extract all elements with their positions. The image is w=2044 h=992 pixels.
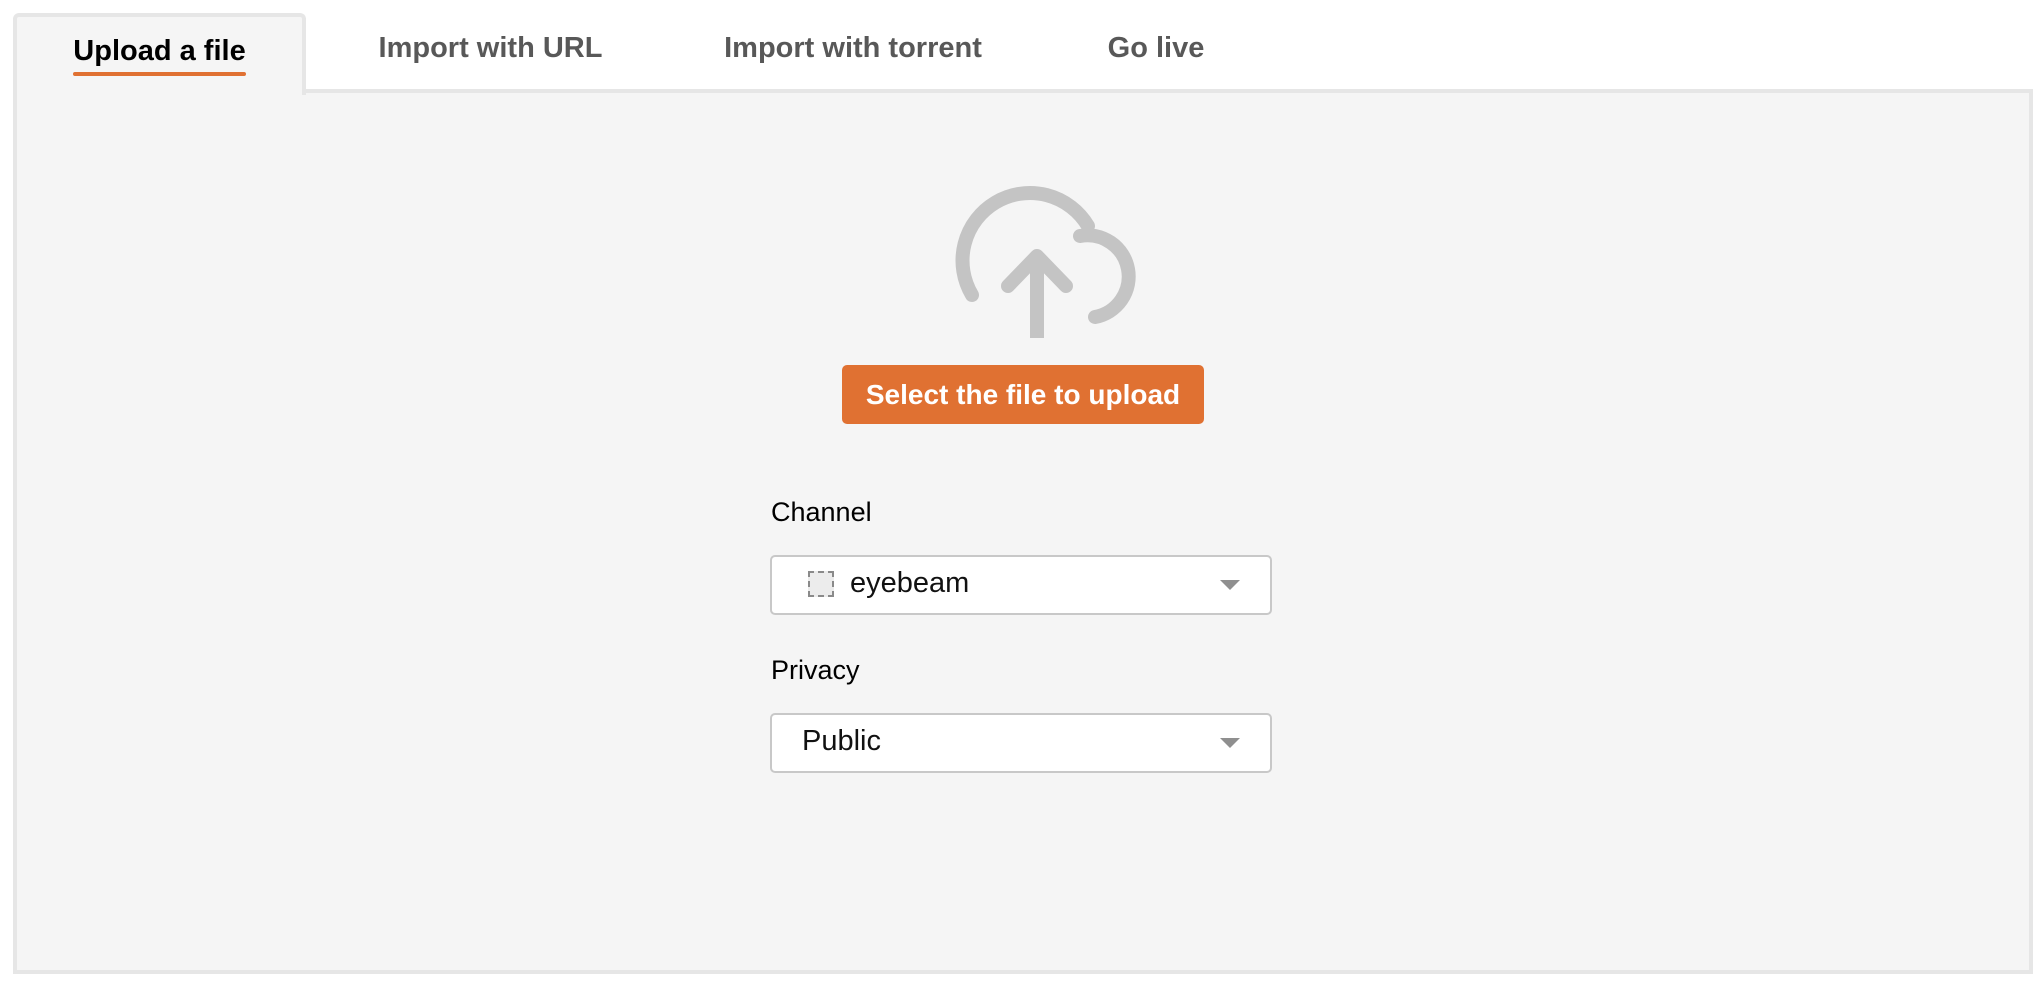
select-file-button[interactable]: Select the file to upload xyxy=(842,365,1204,424)
tab-label: Import with torrent xyxy=(724,31,982,64)
cloud-upload-icon xyxy=(955,186,1136,338)
upload-panel: Select the file to upload Channel eyebea… xyxy=(13,89,2033,974)
tab-label: Go live xyxy=(1107,31,1205,64)
privacy-select[interactable]: Public xyxy=(770,713,1272,773)
channel-label: Channel xyxy=(771,497,872,527)
channel-selected-value: eyebeam xyxy=(850,567,970,599)
chevron-down-icon xyxy=(1220,738,1240,748)
privacy-selected-value: Public xyxy=(802,725,881,757)
upload-tabs: Upload a file Import with URL Import wit… xyxy=(13,13,2033,95)
privacy-label: Privacy xyxy=(771,655,860,685)
tab-label: Import with URL xyxy=(378,31,603,64)
tab-go-live[interactable]: Go live xyxy=(1071,13,1241,93)
upload-page: Upload a file Import with URL Import wit… xyxy=(0,0,2044,992)
tab-import-with-torrent[interactable]: Import with torrent xyxy=(703,13,1003,93)
tab-import-with-url[interactable]: Import with URL xyxy=(348,13,633,93)
channel-select[interactable]: eyebeam xyxy=(770,555,1272,615)
chevron-down-icon xyxy=(1220,580,1240,590)
tab-upload-a-file[interactable]: Upload a file xyxy=(13,13,306,95)
tab-label: Upload a file xyxy=(73,35,247,76)
channel-avatar-icon xyxy=(808,571,834,597)
